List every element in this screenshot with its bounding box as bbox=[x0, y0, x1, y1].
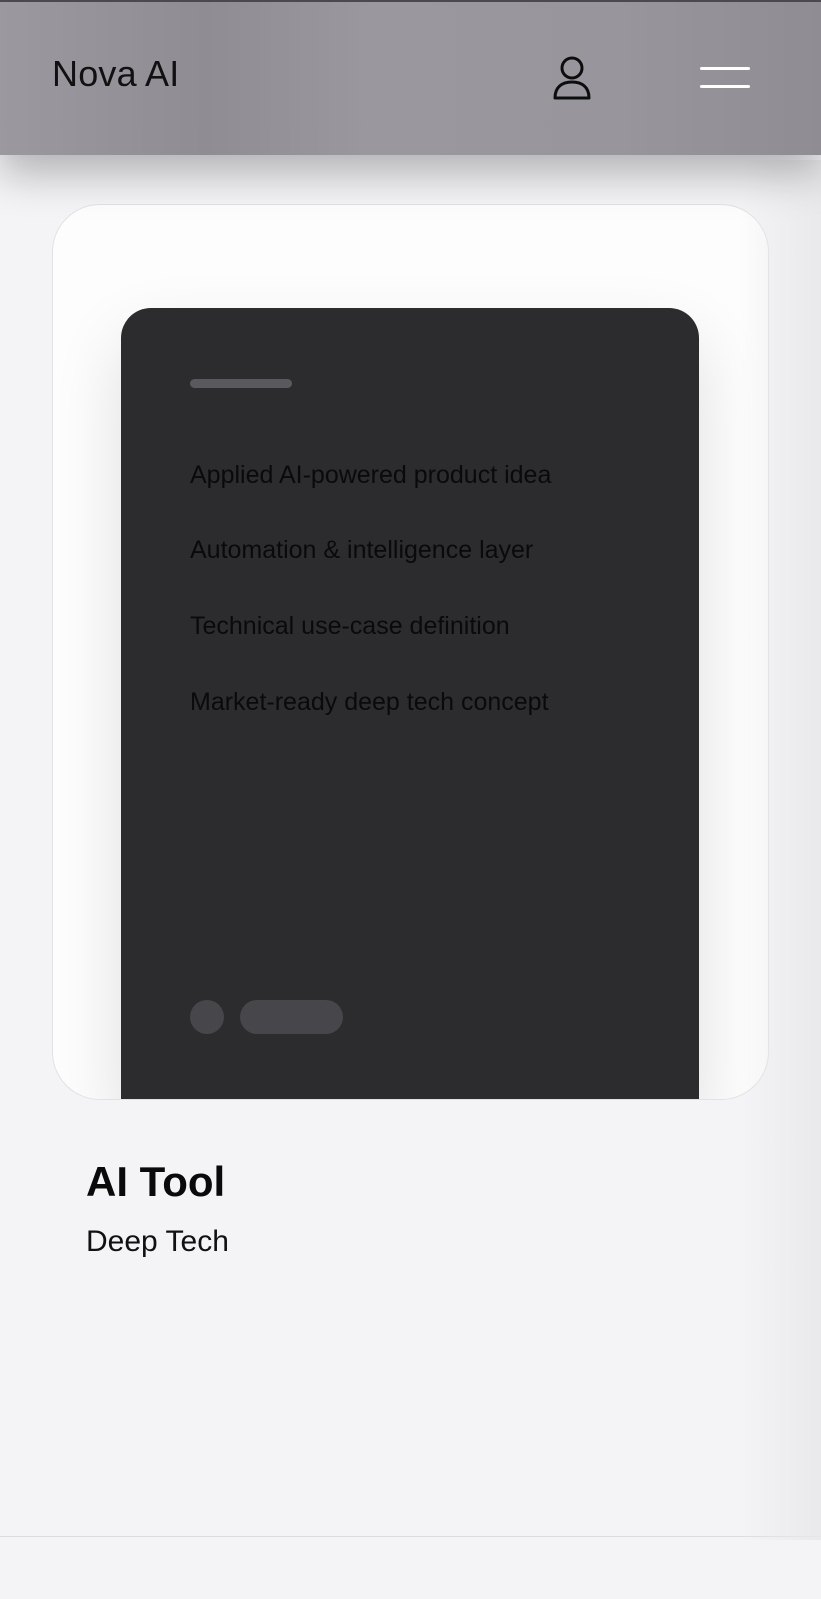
bottom-divider bbox=[0, 1536, 821, 1537]
user-icon bbox=[553, 56, 591, 100]
brand-logo[interactable]: Nova AI bbox=[52, 52, 179, 96]
project-title[interactable]: AI Tool bbox=[86, 1156, 225, 1208]
preview-handle-bar bbox=[190, 379, 292, 388]
user-account-button[interactable] bbox=[552, 54, 592, 102]
feature-item: Market-ready deep tech concept bbox=[190, 688, 549, 716]
top-edge-line bbox=[0, 0, 821, 2]
hamburger-menu-icon-line bbox=[700, 85, 750, 88]
hamburger-menu-icon bbox=[700, 67, 750, 70]
site-header: Nova AI bbox=[0, 0, 821, 155]
project-category: Deep Tech bbox=[86, 1225, 229, 1258]
placeholder-pill bbox=[240, 1000, 343, 1034]
feature-item: Technical use-case definition bbox=[190, 612, 510, 640]
feature-item: Automation & intelligence layer bbox=[190, 536, 534, 564]
feature-item: Applied AI-powered product idea bbox=[190, 461, 552, 489]
placeholder-avatar bbox=[190, 1000, 224, 1034]
project-preview-panel: Applied AI-powered product idea Automati… bbox=[121, 308, 699, 1099]
menu-button[interactable] bbox=[698, 62, 754, 92]
project-card[interactable]: Applied AI-powered product idea Automati… bbox=[52, 204, 769, 1100]
